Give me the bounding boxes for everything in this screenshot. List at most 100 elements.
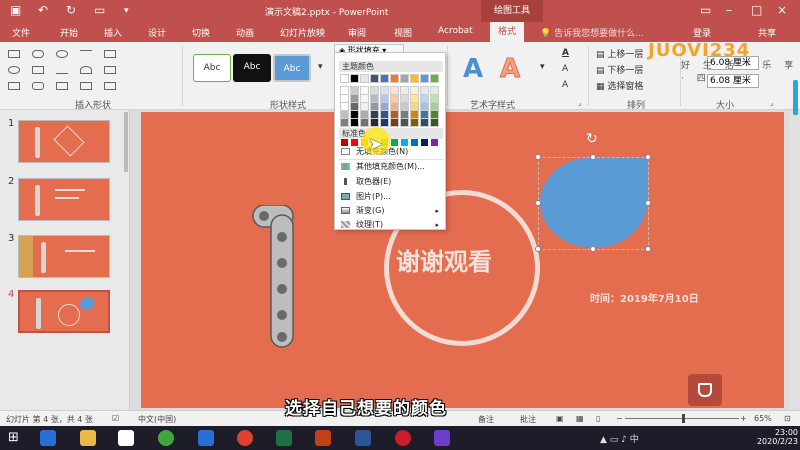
theme-color-swatch[interactable] [360,118,369,127]
theme-color-swatch[interactable] [350,94,359,103]
slide-thumbnail-2[interactable] [18,178,110,221]
theme-color-swatch[interactable] [410,94,419,103]
shape-star-icon[interactable] [104,66,116,74]
theme-color-swatch[interactable] [360,110,369,119]
tab-transitions[interactable]: 切换 [192,26,210,39]
theme-color-swatch[interactable] [380,74,389,83]
windows-start-icon[interactable]: ⊞ [8,430,19,445]
theme-color-swatch[interactable] [340,94,349,103]
theme-color-swatch[interactable] [350,102,359,111]
comments-button[interactable]: 批注 [520,414,536,425]
wps-icon[interactable] [198,430,214,446]
bring-forward-button[interactable]: ▤ 上移一层 [596,47,643,60]
tab-home[interactable]: 开始 [60,26,78,39]
theme-color-swatch[interactable] [400,118,409,127]
thanks-text[interactable]: 谢谢观看 [396,242,492,277]
theme-color-swatch[interactable] [370,94,379,103]
scrollbar-thumb[interactable] [793,80,798,115]
settings-gear-icon[interactable] [434,430,450,446]
standard-color-swatch[interactable] [431,139,438,146]
theme-color-swatch[interactable] [400,86,409,95]
theme-color-swatch[interactable] [380,86,389,95]
shape-callout-icon[interactable] [32,82,44,90]
baidu-netdisk-icon[interactable] [118,430,134,446]
theme-color-swatch[interactable] [420,74,429,83]
slide-scrollbar[interactable] [791,110,800,410]
shape-brace-icon[interactable] [56,82,68,90]
chrome-icon[interactable] [237,430,253,446]
resize-handle[interactable] [535,200,541,206]
tab-animations[interactable]: 动画 [236,26,254,39]
theme-color-swatch[interactable] [340,102,349,111]
style-more-icon[interactable]: ▾ [318,62,323,72]
tell-me-search[interactable]: 💡 告诉我您想要做什么... [540,26,644,39]
theme-color-swatch[interactable] [430,74,439,83]
shape-more-icon[interactable] [104,82,116,90]
zoom-out-icon[interactable]: − [616,414,623,423]
spellcheck-icon[interactable]: ☑ [112,414,119,423]
word-icon[interactable] [355,430,371,446]
slide-thumbnail-1[interactable] [18,120,110,163]
no-fill-item[interactable]: 无填充颜色(N) [339,146,443,158]
customize-icon[interactable]: ▾ [124,6,129,16]
theme-color-swatch[interactable] [390,94,399,103]
text-fill-icon[interactable]: A [562,48,569,58]
picture-item[interactable]: 图片(P)... [339,191,443,203]
shape-flow-icon[interactable] [80,82,92,90]
standard-color-swatch[interactable] [421,139,428,146]
undo-icon[interactable]: ↶ [38,3,48,17]
theme-color-swatch[interactable] [370,118,379,127]
shape-triangle-icon[interactable] [56,66,68,74]
style-outline-green[interactable]: Abc [193,54,231,82]
theme-color-swatch[interactable] [340,86,349,95]
theme-color-swatch[interactable] [360,74,369,83]
theme-color-swatch[interactable] [390,74,399,83]
theme-color-swatch[interactable] [390,86,399,95]
style-fill-blue[interactable]: Abc [273,54,311,82]
resize-handle[interactable] [645,246,651,252]
style-fill-black[interactable]: Abc [233,54,271,82]
size-dialog-icon[interactable]: ⌟ [770,99,773,107]
file-explorer-icon[interactable] [80,430,96,446]
tab-insert[interactable]: 插入 [104,26,122,39]
shape-rounded-rect-icon[interactable] [32,50,44,58]
theme-color-swatch[interactable] [420,102,429,111]
tray-icons[interactable]: ▲ ▭ ♪ 中 [600,432,639,445]
edit-shape-icon[interactable] [150,62,162,70]
text-effects-icon[interactable]: A [562,80,568,90]
theme-color-swatch[interactable] [410,86,419,95]
notes-button[interactable]: 备注 [478,414,494,425]
theme-color-swatch[interactable] [390,102,399,111]
tab-acrobat[interactable]: Acrobat [438,26,473,36]
theme-color-swatch[interactable] [400,74,409,83]
resize-handle[interactable] [535,246,541,252]
theme-color-swatch[interactable] [420,86,429,95]
wordart-dialog-icon[interactable]: ⌟ [578,99,581,107]
date-text[interactable]: 时间：2019年7月10日 [590,290,699,305]
resize-handle[interactable] [535,154,541,160]
standard-color-swatch[interactable] [391,139,398,146]
theme-color-swatch[interactable] [390,110,399,119]
login-link[interactable]: 登录 [693,26,711,39]
theme-color-swatch[interactable] [380,94,389,103]
slide-thumbnail-4[interactable] [18,290,110,333]
theme-color-swatch[interactable] [420,118,429,127]
tab-format[interactable]: 格式 [490,22,525,42]
resize-handle[interactable] [590,154,596,160]
resize-handle[interactable] [645,154,651,160]
theme-color-swatch[interactable] [380,110,389,119]
theme-color-swatch[interactable] [410,110,419,119]
theme-color-swatch[interactable] [410,118,419,127]
shape-square-icon[interactable] [32,66,44,74]
ribbon-options-icon[interactable]: ▭ [700,3,711,17]
gradient-item[interactable]: 渐变(G) ▸ [339,205,443,217]
standard-color-swatch[interactable] [411,139,418,146]
tab-review[interactable]: 审阅 [348,26,366,39]
normal-view-icon[interactable]: ▣ [556,414,564,423]
theme-color-swatch[interactable] [410,74,419,83]
shape-rect-icon[interactable] [8,50,20,58]
tab-view[interactable]: 视图 [394,26,412,39]
theme-color-swatch[interactable] [430,86,439,95]
recorder-icon[interactable] [395,430,411,446]
theme-color-swatch[interactable] [340,110,349,119]
